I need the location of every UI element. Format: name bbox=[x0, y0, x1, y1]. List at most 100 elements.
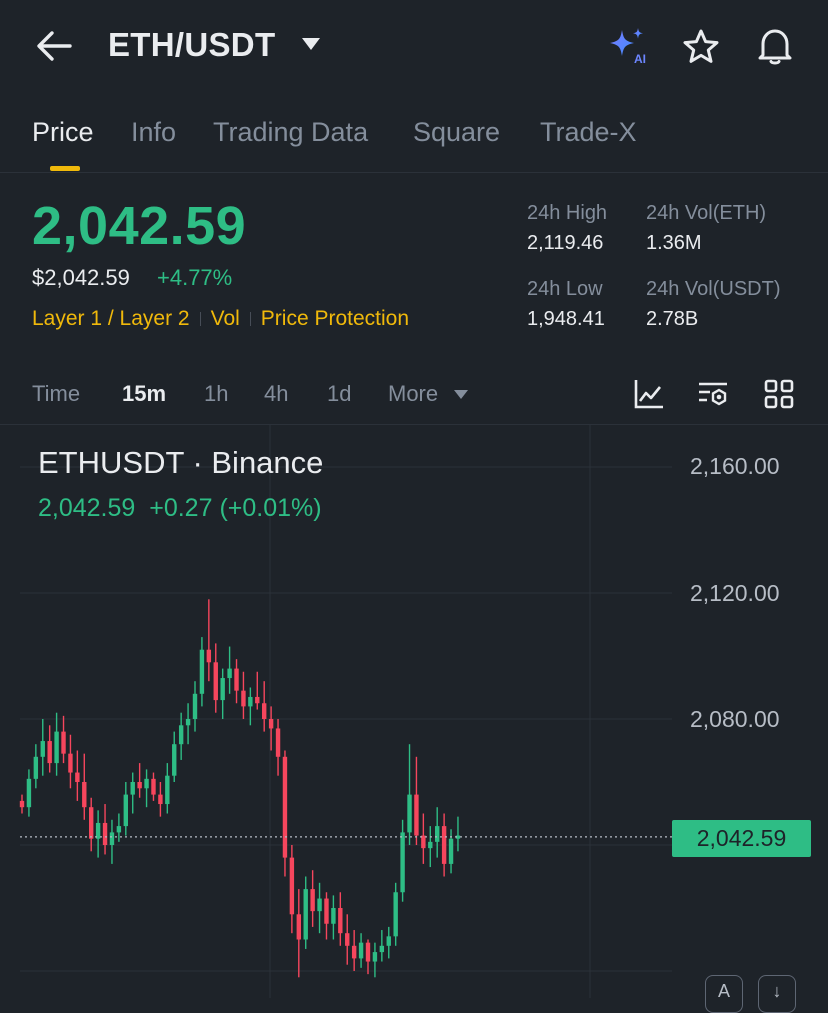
tab-square[interactable]: Square bbox=[413, 117, 500, 148]
candle-body bbox=[303, 889, 308, 940]
candle-body bbox=[47, 741, 52, 764]
interval-more[interactable]: More bbox=[388, 381, 438, 407]
back-arrow-icon[interactable] bbox=[34, 28, 74, 64]
candle-body bbox=[158, 794, 163, 805]
auto-scale-button[interactable]: A bbox=[705, 975, 743, 1013]
low-value: 1,948.41 bbox=[527, 308, 605, 330]
candle-body bbox=[172, 744, 177, 776]
y-axis-tick: 2,080.00 bbox=[690, 706, 780, 732]
divider bbox=[0, 172, 828, 173]
candle-body bbox=[435, 826, 440, 842]
pair-title[interactable]: ETH/USDT bbox=[108, 26, 275, 64]
candle-body bbox=[137, 782, 142, 789]
last-price: 2,042.59 bbox=[32, 196, 247, 256]
vol-eth-label: 24h Vol(ETH) bbox=[646, 202, 767, 224]
candle-body bbox=[379, 945, 385, 953]
candle-body bbox=[234, 668, 239, 691]
candle-body bbox=[441, 826, 447, 864]
candle-body bbox=[206, 649, 212, 663]
candle-body bbox=[386, 936, 391, 946]
low-label: 24h Low bbox=[527, 278, 603, 300]
candle-body bbox=[213, 662, 218, 701]
grid-layout-icon[interactable] bbox=[763, 378, 795, 410]
tag-price-protection[interactable]: Price Protection bbox=[261, 307, 409, 331]
candle-body bbox=[338, 908, 343, 934]
candle-body bbox=[40, 741, 45, 757]
vol-eth-value: 1.36M bbox=[646, 232, 702, 254]
candle-body bbox=[192, 693, 198, 719]
chevron-down-icon[interactable] bbox=[454, 390, 468, 400]
tag-list: Layer 1 / Layer 2 Vol Price Protection bbox=[32, 307, 409, 331]
high-value: 2,119.46 bbox=[527, 232, 604, 254]
candle-body bbox=[165, 775, 170, 805]
candle-body bbox=[310, 889, 315, 912]
candle-body bbox=[61, 731, 66, 754]
candle-body bbox=[89, 807, 94, 839]
candle-body bbox=[26, 778, 32, 808]
vol-usdt-label: 24h Vol(USDT) bbox=[646, 278, 781, 300]
tab-trade-x[interactable]: Trade-X bbox=[540, 117, 637, 148]
candle-body bbox=[54, 731, 59, 764]
candle-body bbox=[345, 933, 350, 946]
y-axis-tick: 2,120.00 bbox=[690, 580, 780, 606]
chart-ohlc-legend: 2,042.59 +0.27 (+0.01%) bbox=[38, 494, 322, 523]
y-axis-tick: 2,160.00 bbox=[690, 453, 780, 479]
ohlc-change-pct: (+0.01%) bbox=[219, 494, 322, 522]
high-label: 24h High bbox=[527, 202, 608, 224]
top-bar: ETH/USDT AI bbox=[0, 0, 828, 95]
candle-body bbox=[33, 756, 39, 779]
bell-icon[interactable] bbox=[756, 26, 794, 66]
interval-4h[interactable]: 4h bbox=[264, 381, 288, 407]
candle-body bbox=[248, 696, 253, 707]
tag-layer[interactable]: Layer 1 / Layer 2 bbox=[32, 307, 190, 331]
candle-body bbox=[393, 892, 398, 937]
candle-body bbox=[19, 800, 25, 808]
interval-1d[interactable]: 1d bbox=[327, 381, 351, 407]
candle-body bbox=[365, 942, 371, 962]
interval-time[interactable]: Time bbox=[32, 381, 80, 407]
chevron-down-icon[interactable] bbox=[301, 37, 321, 51]
candle-body bbox=[448, 838, 454, 864]
ai-sparkle-icon[interactable]: AI bbox=[606, 26, 650, 68]
candle-body bbox=[109, 832, 115, 845]
candle-body bbox=[317, 898, 322, 912]
interval-1h[interactable]: 1h bbox=[204, 381, 228, 407]
candle-body bbox=[241, 690, 246, 707]
star-icon[interactable] bbox=[682, 28, 720, 66]
tag-vol[interactable]: Vol bbox=[211, 307, 240, 331]
candle-body bbox=[324, 898, 329, 924]
candle-body bbox=[82, 782, 87, 808]
tab-info[interactable]: Info bbox=[131, 117, 176, 148]
usd-price: $2,042.59 bbox=[32, 265, 130, 290]
candle-body bbox=[185, 719, 191, 726]
indicator-chart-icon[interactable] bbox=[633, 378, 665, 410]
candle-body bbox=[255, 696, 260, 704]
candle-body bbox=[268, 719, 274, 729]
ai-badge-text: AI bbox=[634, 52, 646, 66]
candle-body bbox=[178, 725, 184, 745]
tab-price[interactable]: Price bbox=[32, 117, 94, 148]
candle-body bbox=[296, 914, 301, 940]
interval-15m[interactable]: 15m bbox=[122, 381, 166, 407]
candle-body bbox=[372, 952, 378, 962]
candle-body bbox=[275, 728, 281, 757]
chart-symbol: ETHUSDT · Binance bbox=[38, 445, 324, 480]
tab-trading-data[interactable]: Trading Data bbox=[213, 117, 368, 148]
candle-body bbox=[351, 945, 357, 959]
tag-separator bbox=[249, 312, 251, 326]
candle-body bbox=[358, 942, 364, 959]
vol-usdt-value: 2.78B bbox=[646, 308, 699, 330]
active-tab-indicator bbox=[50, 166, 80, 171]
chart-settings-icon[interactable] bbox=[697, 378, 729, 410]
candle-body bbox=[400, 832, 405, 893]
candle-body bbox=[220, 678, 225, 701]
candle-body bbox=[199, 649, 205, 694]
scroll-to-latest-button[interactable]: ↓ bbox=[758, 975, 796, 1013]
candle-body bbox=[123, 794, 128, 827]
candle-body bbox=[289, 857, 295, 915]
candle-body bbox=[282, 756, 288, 858]
candle-body bbox=[151, 778, 156, 795]
ohlc-change: +0.27 bbox=[149, 494, 213, 522]
candle-body bbox=[428, 841, 433, 849]
candle-body bbox=[68, 753, 73, 773]
